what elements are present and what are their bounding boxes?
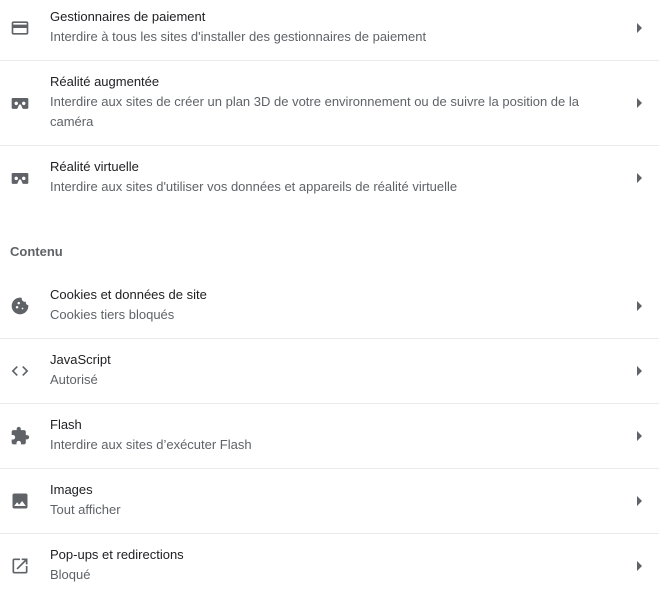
row-description: Interdire à tous les sites d'installer d… bbox=[50, 29, 427, 44]
row-description: Autorisé bbox=[50, 372, 98, 387]
puzzle-icon bbox=[10, 426, 30, 446]
row-popups-redirects[interactable]: Pop-ups et redirections Bloqué bbox=[0, 533, 659, 593]
row-description: Tout afficher bbox=[50, 502, 121, 517]
chevron-right-icon bbox=[635, 366, 643, 376]
row-payment-handlers[interactable]: Gestionnaires de paiement Interdire à to… bbox=[0, 0, 659, 60]
row-title: Réalité virtuelle bbox=[50, 159, 139, 174]
vr-headset-icon bbox=[10, 93, 30, 113]
code-icon bbox=[10, 361, 30, 381]
chevron-right-icon bbox=[635, 496, 643, 506]
row-title: JavaScript bbox=[50, 352, 111, 367]
row-title: Pop-ups et redirections bbox=[50, 547, 184, 562]
vr-headset-icon bbox=[10, 168, 30, 188]
row-virtual-reality[interactable]: Réalité virtuelle Interdire aux sites d'… bbox=[0, 145, 659, 210]
row-description: Interdire aux sites d'utiliser vos donné… bbox=[50, 179, 458, 194]
row-description: Cookies tiers bloqués bbox=[50, 307, 175, 322]
chevron-right-icon bbox=[635, 561, 643, 571]
chevron-right-icon bbox=[635, 23, 643, 33]
site-settings-list: Gestionnaires de paiement Interdire à to… bbox=[0, 0, 659, 210]
credit-card-icon bbox=[10, 18, 30, 38]
chevron-right-icon bbox=[635, 98, 643, 108]
image-icon bbox=[10, 491, 30, 511]
chevron-right-icon bbox=[635, 173, 643, 183]
row-title: Réalité augmentée bbox=[50, 74, 160, 89]
cookie-icon bbox=[10, 296, 30, 316]
row-cookies[interactable]: Cookies et données de site Cookies tiers… bbox=[0, 274, 659, 338]
row-title: Flash bbox=[50, 417, 82, 432]
row-title: Gestionnaires de paiement bbox=[50, 9, 206, 24]
open-in-new-icon bbox=[10, 556, 30, 576]
section-title-content: Contenu bbox=[10, 244, 63, 259]
row-title: Cookies et données de site bbox=[50, 287, 207, 302]
row-description: Interdire aux sites d’exécuter Flash bbox=[50, 437, 252, 452]
row-description: Interdire aux sites de créer un plan 3D … bbox=[50, 94, 579, 129]
row-javascript[interactable]: JavaScript Autorisé bbox=[0, 338, 659, 403]
chevron-right-icon bbox=[635, 431, 643, 441]
row-description: Bloqué bbox=[50, 567, 91, 582]
row-augmented-reality[interactable]: Réalité augmentée Interdire aux sites de… bbox=[0, 60, 659, 145]
row-images[interactable]: Images Tout afficher bbox=[0, 468, 659, 533]
chevron-right-icon bbox=[635, 301, 643, 311]
content-settings-list: Cookies et données de site Cookies tiers… bbox=[0, 274, 659, 593]
row-flash[interactable]: Flash Interdire aux sites d’exécuter Fla… bbox=[0, 403, 659, 468]
row-title: Images bbox=[50, 482, 93, 497]
